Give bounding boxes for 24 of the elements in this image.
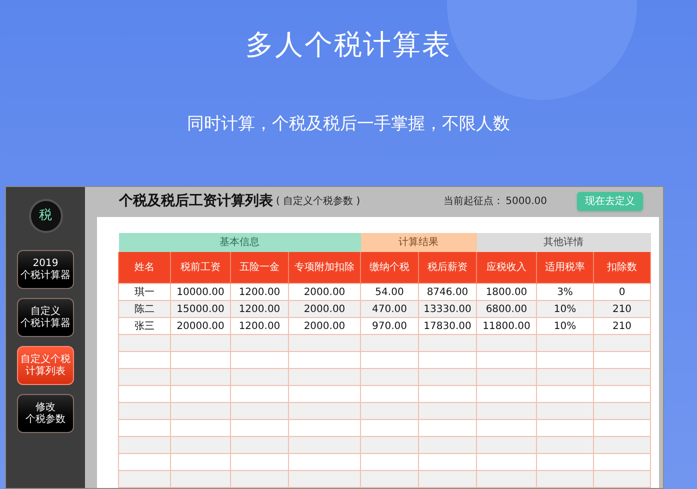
column-header: 姓名 <box>118 252 170 284</box>
column-header: 税前工资 <box>170 252 230 284</box>
logo-badge: 税 <box>28 199 62 233</box>
column-header: 适用税率 <box>536 252 594 284</box>
threshold-label: 当前起征点： <box>444 194 504 210</box>
column-header: 缴纳个税 <box>360 252 418 284</box>
table-cell: 琪一 <box>118 284 170 300</box>
sheet-title: 个税及税后工资计算列表 <box>119 192 273 212</box>
group-header: 计算结果 <box>360 232 476 252</box>
column-header: 税后薪资 <box>418 252 476 284</box>
column-header: 扣除数 <box>594 252 650 284</box>
threshold-value: 5000.00 <box>506 195 547 210</box>
banner-subtitle: 同时计算，个税及税后一手掌握，不限人数 <box>187 113 510 136</box>
group-header: 基本信息 <box>118 232 360 252</box>
column-header: 应税收入 <box>476 252 536 284</box>
group-header: 其他详情 <box>476 232 650 252</box>
sidebar-button[interactable]: 2019 个税计算器 <box>17 250 74 289</box>
banner-title: 多人个税计算表 <box>246 27 452 63</box>
sheet-subtitle: ( 自定义个税参数 ) <box>276 194 360 210</box>
column-header: 五险一金 <box>230 252 288 284</box>
sidebar-button[interactable]: 修改 个税参数 <box>17 394 74 433</box>
column-header: 专项附加扣除 <box>288 252 360 284</box>
sidebar-button[interactable]: 自定义 个税计算器 <box>17 298 74 337</box>
sidebar-button[interactable]: 自定义个税 计算列表 <box>17 346 74 385</box>
